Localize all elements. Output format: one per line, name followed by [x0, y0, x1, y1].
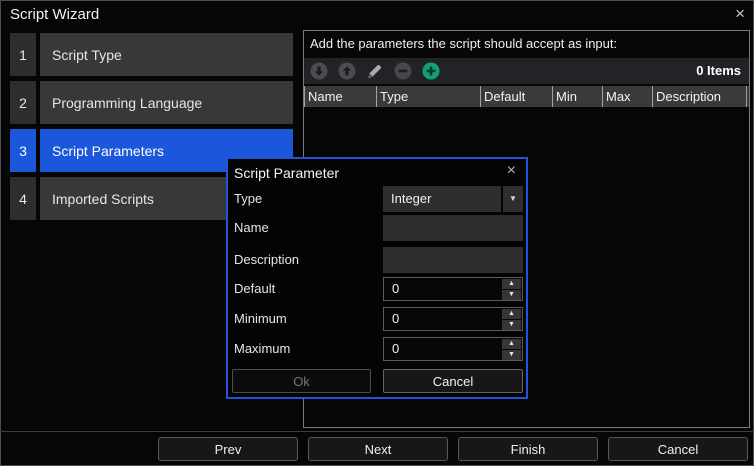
default-spinner[interactable]: 0▲▼	[383, 277, 523, 301]
window-close-icon[interactable]: ×	[735, 4, 745, 24]
maximum-spinner[interactable]: 0▲▼	[383, 337, 523, 361]
step-number: 3	[10, 129, 36, 172]
column-header-max[interactable]: Max	[602, 86, 652, 107]
step-number: 1	[10, 33, 36, 76]
column-header-description[interactable]: Description	[652, 86, 747, 107]
column-header-type[interactable]: Type	[376, 86, 480, 107]
title-bar: Script Wizard ×	[0, 0, 754, 30]
add-icon[interactable]	[422, 62, 440, 80]
minimum-spin-up-button[interactable]: ▲	[502, 309, 521, 319]
step-number: 4	[10, 177, 36, 220]
ok-button[interactable]: Ok	[232, 369, 371, 393]
window-title: Script Wizard	[10, 6, 99, 23]
footer-finish-button[interactable]: Finish	[458, 437, 598, 461]
footer-cancel-button[interactable]: Cancel	[608, 437, 748, 461]
description-input[interactable]	[383, 247, 523, 273]
maximum-spin-down-button[interactable]: ▼	[502, 350, 521, 360]
sidebar-step-script-type[interactable]: 1Script Type	[10, 33, 293, 76]
sidebar-step-programming-language[interactable]: 2Programming Language	[10, 81, 293, 124]
maximum-label: Maximum	[234, 337, 290, 361]
move-down-icon[interactable]	[310, 62, 328, 80]
instruction-text: Add the parameters the script should acc…	[310, 36, 617, 51]
column-header-default[interactable]: Default	[480, 86, 552, 107]
name-label: Name	[234, 215, 269, 241]
description-label: Description	[234, 247, 299, 273]
minimum-spinner-value[interactable]: 0	[384, 308, 501, 330]
step-label: Script Type	[40, 33, 293, 76]
chevron-down-icon[interactable]: ▼	[503, 186, 523, 212]
spinner-buttons: ▲▼	[501, 278, 522, 300]
default-spin-up-button[interactable]: ▲	[502, 279, 521, 289]
minimum-spin-down-button[interactable]: ▼	[502, 320, 521, 330]
step-label: Programming Language	[40, 81, 293, 124]
name-input[interactable]	[383, 215, 523, 241]
minimum-spinner[interactable]: 0▲▼	[383, 307, 523, 331]
spinner-buttons: ▲▼	[501, 308, 522, 330]
column-header-name[interactable]: Name	[304, 86, 376, 107]
footer-prev-button[interactable]: Prev	[158, 437, 298, 461]
type-label: Type	[234, 186, 262, 212]
move-up-icon[interactable]	[338, 62, 356, 80]
column-header-min[interactable]: Min	[552, 86, 602, 107]
type-dropdown[interactable]: Integer▼	[383, 186, 523, 212]
script-wizard-window: Script Wizard × 1Script Type2Programming…	[0, 0, 754, 466]
default-spinner-value[interactable]: 0	[384, 278, 501, 300]
footer-next-button[interactable]: Next	[308, 437, 448, 461]
maximum-spin-up-button[interactable]: ▲	[502, 339, 521, 349]
minimum-label: Minimum	[234, 307, 287, 331]
edit-icon[interactable]	[366, 62, 384, 80]
spinner-buttons: ▲▼	[501, 338, 522, 360]
cancel-button[interactable]: Cancel	[383, 369, 523, 393]
step-number: 2	[10, 81, 36, 124]
default-spin-down-button[interactable]: ▼	[502, 290, 521, 300]
parameters-table-header: NameTypeDefaultMinMaxDescription	[304, 86, 749, 107]
parameters-toolbar: 0 Items	[304, 58, 749, 84]
type-dropdown-value: Integer	[383, 186, 501, 212]
script-parameter-dialog: Script Parameter × TypeInteger▼NameDescr…	[226, 157, 528, 399]
dialog-close-icon[interactable]: ×	[507, 162, 516, 180]
items-count: 0 Items	[696, 58, 741, 84]
dialog-title: Script Parameter	[234, 165, 339, 181]
maximum-spinner-value[interactable]: 0	[384, 338, 501, 360]
footer-separator	[0, 431, 754, 432]
default-label: Default	[234, 277, 275, 301]
remove-icon[interactable]	[394, 62, 412, 80]
